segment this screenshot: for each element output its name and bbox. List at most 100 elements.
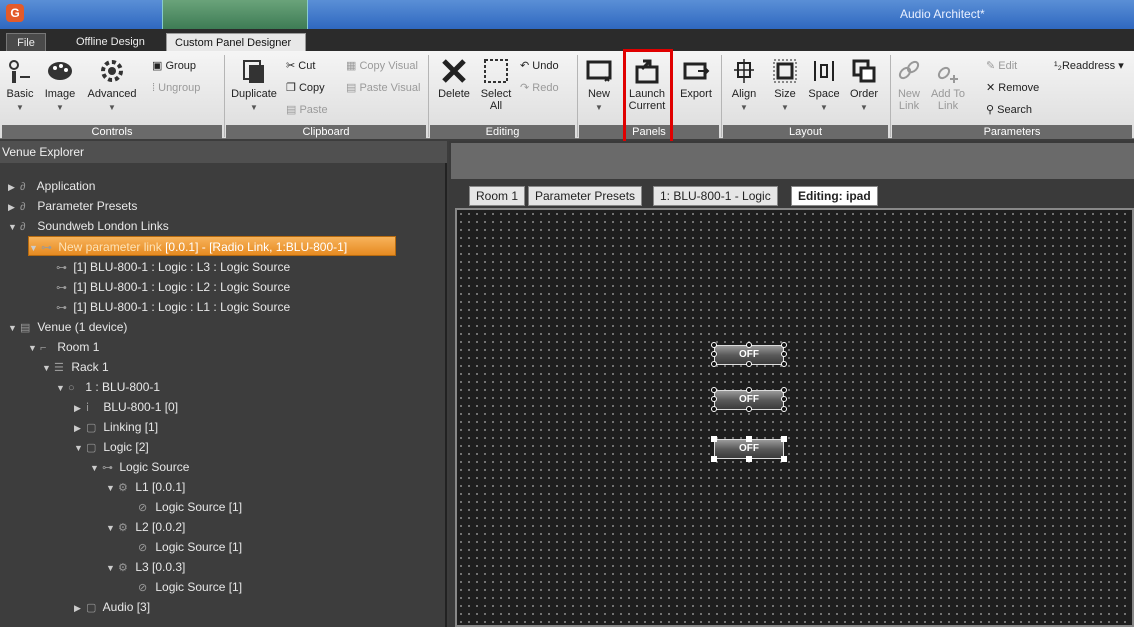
delete-button[interactable]: Delete <box>436 57 472 100</box>
resize-handle[interactable] <box>781 361 787 367</box>
resize-handle[interactable] <box>781 396 787 402</box>
resize-handle[interactable] <box>711 436 717 442</box>
group-button[interactable]: ▣ Group <box>152 59 196 73</box>
resize-handle[interactable] <box>746 406 752 412</box>
collapse-arrow-icon[interactable]: ▼ <box>42 358 54 378</box>
resize-handle[interactable] <box>746 342 752 348</box>
resize-handle[interactable] <box>711 342 717 348</box>
paste-visual-button[interactable]: ▤ Paste Visual <box>346 81 420 95</box>
resize-handle[interactable] <box>781 456 787 462</box>
tree-node-link-l2[interactable]: ⊶ [1] BLU-800-1 : Logic : L2 : Logic Sou… <box>56 277 290 297</box>
advanced-button[interactable]: Advanced ▼ <box>86 57 138 114</box>
tree-node-l1[interactable]: ▼ ⚙ L1 [0.0.1] <box>106 477 185 497</box>
resize-handle[interactable] <box>746 456 752 462</box>
collapse-arrow-icon[interactable]: ▼ <box>106 478 118 498</box>
edit-button[interactable]: ✎ Edit <box>986 59 1017 73</box>
resize-handle[interactable] <box>711 361 717 367</box>
image-button[interactable]: Image ▼ <box>42 57 78 114</box>
collapse-arrow-icon[interactable]: ▼ <box>106 558 118 578</box>
readdress-button[interactable]: ¹₂Readdress ▾ <box>1054 59 1124 73</box>
tree-node-l3[interactable]: ▼ ⚙ L3 [0.0.3] <box>106 557 185 577</box>
tree-node-l3-source[interactable]: ⊘ Logic Source [1] <box>138 577 242 597</box>
add-to-link-button[interactable]: Add To Link <box>930 57 966 112</box>
gear-icon <box>101 60 123 82</box>
resize-handle[interactable] <box>781 351 787 357</box>
collapse-arrow-icon[interactable]: ▼ <box>56 378 68 398</box>
new-link-button[interactable]: New Link <box>894 57 924 112</box>
resize-handle[interactable] <box>711 396 717 402</box>
tree-node-new-parameter-link[interactable]: ▼ ⊶ New parameter link [0.0.1] - [Radio L… <box>28 236 396 256</box>
collapse-arrow-icon[interactable]: ▼ <box>29 238 41 258</box>
expand-arrow-icon[interactable]: ▶ <box>8 177 20 197</box>
resize-handle[interactable] <box>781 342 787 348</box>
resize-handle[interactable] <box>746 436 752 442</box>
tree-node-soundweb-links[interactable]: ▼ ∂ Soundweb London Links <box>8 216 169 236</box>
redo-button[interactable]: ↷ Redo <box>520 81 559 95</box>
tree-node-device[interactable]: ▼ ○ 1 : BLU-800-1 <box>56 377 160 397</box>
tab-offline-design[interactable]: Offline Design <box>68 33 153 51</box>
resize-handle[interactable] <box>746 387 752 393</box>
link-icon: ∂ <box>20 221 26 233</box>
copy-visual-button[interactable]: ▦ Copy Visual <box>346 59 418 73</box>
tree-node-device-info[interactable]: ▶ ⅰ BLU-800-1 [0] <box>74 397 178 417</box>
tree-node-parameter-presets[interactable]: ▶ ∂ Parameter Presets <box>8 196 137 216</box>
tab-parameter-presets[interactable]: Parameter Presets <box>528 186 643 206</box>
expand-arrow-icon[interactable]: ▶ <box>74 398 86 418</box>
tab-file[interactable]: File <box>6 33 46 51</box>
collapse-arrow-icon[interactable]: ▼ <box>8 217 20 237</box>
duplicate-button[interactable]: Duplicate ▼ <box>228 57 280 114</box>
ungroup-button[interactable]: ⁞ Ungroup <box>152 81 200 95</box>
select-all-button[interactable]: Select All <box>478 57 514 112</box>
tree-node-l1-source[interactable]: ⊘ Logic Source [1] <box>138 497 242 517</box>
search-button[interactable]: ⚲ Search <box>986 103 1032 117</box>
expand-arrow-icon[interactable]: ▶ <box>74 598 86 618</box>
tree-node-link-l1[interactable]: ⊶ [1] BLU-800-1 : Logic : L1 : Logic Sou… <box>56 297 290 317</box>
tree-node-l2-source[interactable]: ⊘ Logic Source [1] <box>138 537 242 557</box>
remove-button[interactable]: ✕ Remove <box>986 81 1039 95</box>
collapse-arrow-icon[interactable]: ▼ <box>8 318 20 338</box>
collapse-arrow-icon[interactable]: ▼ <box>90 458 102 478</box>
tree-node-logic-source[interactable]: ▼ ⊶ Logic Source <box>90 457 189 477</box>
tree-node-link-l3[interactable]: ⊶ [1] BLU-800-1 : Logic : L3 : Logic Sou… <box>56 257 290 277</box>
tree-node-audio[interactable]: ▶ ▢ Audio [3] <box>74 597 150 617</box>
tab-custom-panel-designer[interactable]: Custom Panel Designer <box>166 33 306 51</box>
component-gear-icon: ⚙ <box>118 522 128 534</box>
tab-editing-ipad[interactable]: Editing: ipad <box>791 186 878 206</box>
tree-node-application[interactable]: ▶ ∂ Application <box>8 176 95 196</box>
expand-arrow-icon[interactable]: ▶ <box>8 197 20 217</box>
tree-node-l2[interactable]: ▼ ⚙ L2 [0.0.2] <box>106 517 185 537</box>
tree-node-room[interactable]: ▼ ⌐ Room 1 <box>28 337 99 357</box>
app-icon[interactable]: G <box>6 4 24 22</box>
undo-button[interactable]: ↶ Undo <box>520 59 559 73</box>
resize-handle[interactable] <box>781 436 787 442</box>
collapse-arrow-icon[interactable]: ▼ <box>74 438 86 458</box>
copy-button[interactable]: ❐ Copy <box>286 81 325 95</box>
resize-handle[interactable] <box>711 387 717 393</box>
resize-handle[interactable] <box>781 406 787 412</box>
resize-handle[interactable] <box>781 387 787 393</box>
basic-button[interactable]: Basic ▼ <box>4 57 36 114</box>
tree-node-logic[interactable]: ▼ ▢ Logic [2] <box>74 437 149 457</box>
cut-button[interactable]: ✂ Cut <box>286 59 315 73</box>
resize-handle[interactable] <box>746 361 752 367</box>
resize-handle[interactable] <box>711 351 717 357</box>
tab-blu-800-logic[interactable]: 1: BLU-800-1 - Logic <box>653 186 778 206</box>
collapse-arrow-icon[interactable]: ▼ <box>106 518 118 538</box>
editing-group-label: Editing <box>430 125 575 139</box>
tree-node-venue[interactable]: ▼ ▤ Venue (1 device) <box>8 317 127 337</box>
space-button[interactable]: Space ▼ <box>806 57 842 114</box>
expand-arrow-icon[interactable]: ▶ <box>74 418 86 438</box>
order-button[interactable]: Order ▼ <box>846 57 882 114</box>
resize-handle[interactable] <box>711 406 717 412</box>
panel-canvas[interactable]: OFF OFF OFF <box>455 208 1134 627</box>
align-button[interactable]: Align ▼ <box>726 57 762 114</box>
tree-node-rack[interactable]: ▼ ☰ Rack 1 <box>42 357 109 377</box>
size-button[interactable]: Size ▼ <box>768 57 802 114</box>
tab-room-1[interactable]: Room 1 <box>469 186 526 206</box>
collapse-arrow-icon[interactable]: ▼ <box>28 338 40 358</box>
resize-handle[interactable] <box>711 456 717 462</box>
new-panel-button[interactable]: New ▼ <box>582 57 616 114</box>
tree-node-linking[interactable]: ▶ ▢ Linking [1] <box>74 417 158 437</box>
export-panel-button[interactable]: Export <box>676 57 716 100</box>
paste-button[interactable]: ▤ Paste <box>286 103 328 117</box>
